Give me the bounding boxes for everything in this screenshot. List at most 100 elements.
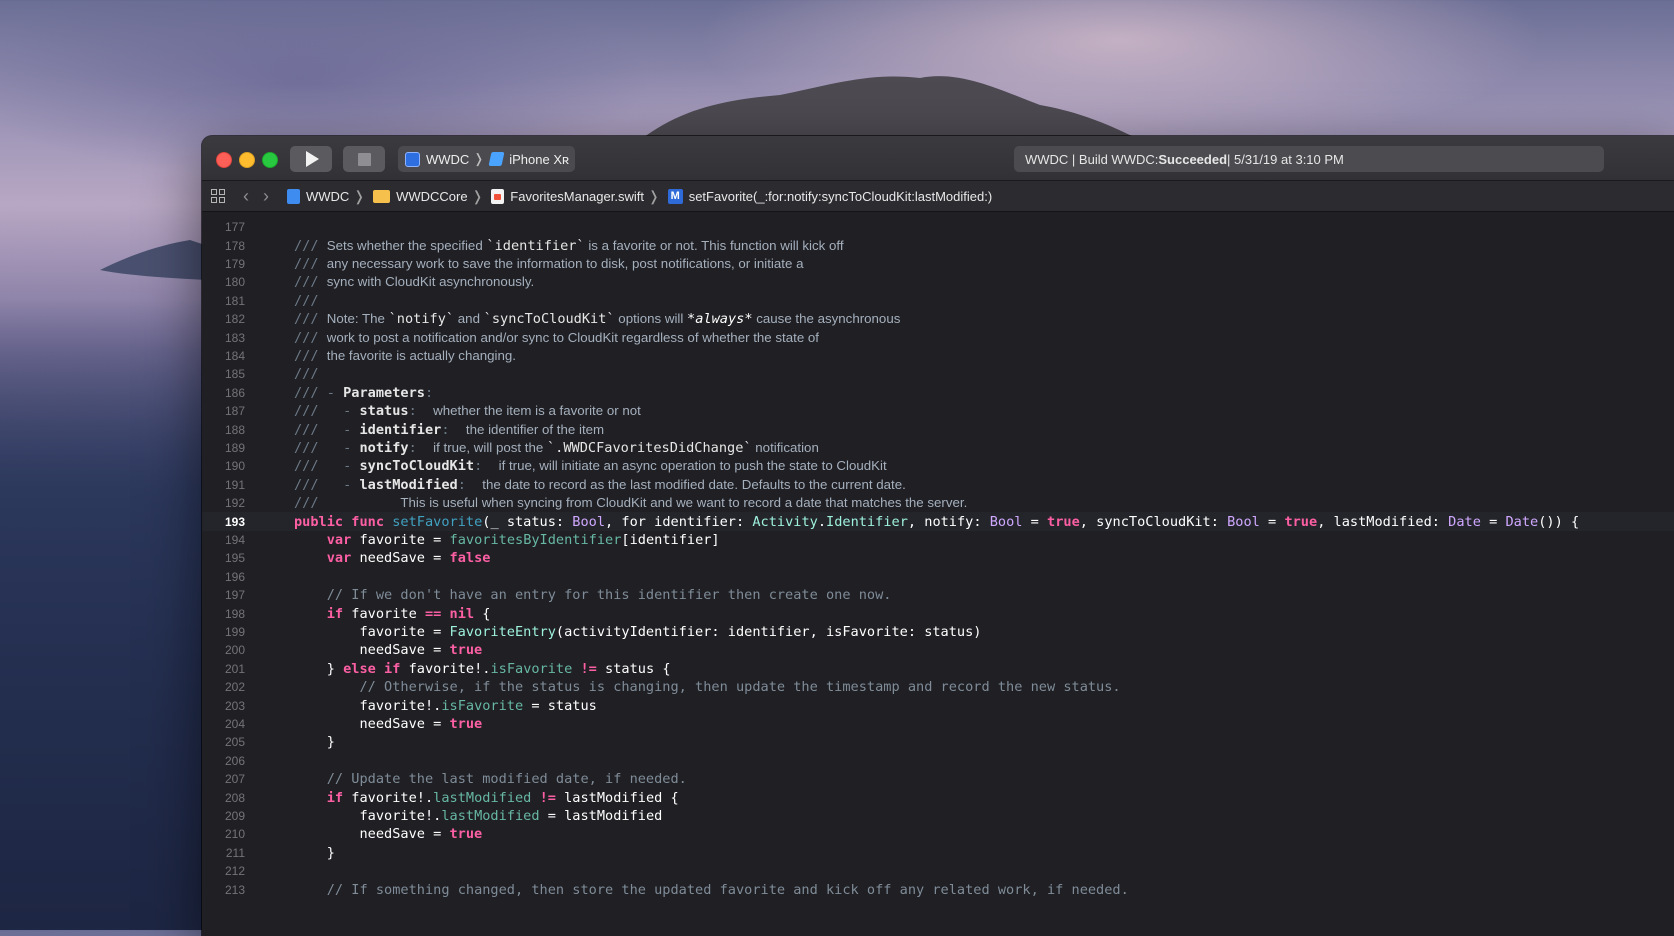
code-token: : — [408, 403, 434, 420]
code-token: Date — [1505, 513, 1539, 530]
code-line[interactable]: 211 } — [202, 844, 1674, 862]
code-line[interactable]: 209 favorite!.lastModified = lastModifie… — [202, 807, 1674, 825]
code-line[interactable]: 183 /// work to post a notification and/o… — [202, 328, 1674, 346]
line-number: 211 — [225, 845, 245, 860]
code-line[interactable]: 195 var needSave = false — [202, 549, 1674, 567]
code-text: // Otherwise, if the status is changing,… — [294, 679, 1120, 695]
code-line[interactable]: 196 — [202, 568, 1674, 586]
close-window-button[interactable] — [216, 152, 232, 168]
code-line[interactable]: 207 // Update the last modified date, if… — [202, 770, 1674, 788]
code-token: if — [384, 660, 401, 677]
back-arrow-icon[interactable]: ‹ — [243, 187, 249, 205]
code-line[interactable]: 184 /// the favorite is actually changing… — [202, 347, 1674, 365]
play-icon — [306, 151, 319, 167]
code-line[interactable]: 182 /// Note: The `notify` and `syncToClo… — [202, 310, 1674, 328]
related-items-icon[interactable] — [211, 189, 225, 203]
code-line[interactable]: 194 var favorite = favoritesByIdentifier… — [202, 531, 1674, 549]
code-token: /// — [294, 347, 327, 364]
code-line[interactable]: 208 if favorite!.lastModified != lastMod… — [202, 788, 1674, 806]
line-number: 193 — [224, 514, 245, 529]
scheme-selector[interactable]: WWDC ❭ iPhone Xʀ — [398, 146, 575, 172]
code-line[interactable]: 190 /// - syncToCloudKit: if true, will i… — [202, 457, 1674, 475]
code-line[interactable]: 177 — [202, 218, 1674, 236]
code-line[interactable]: 200 needSave = true — [202, 641, 1674, 659]
code-token: the date to record as the last modified … — [482, 476, 906, 492]
code-token: /// - — [294, 403, 360, 420]
breadcrumb-project[interactable]: WWDC ❭ — [287, 188, 365, 205]
code-token: true — [1284, 513, 1318, 530]
code-token: : — [441, 421, 466, 438]
code-line[interactable]: 204 needSave = true — [202, 715, 1674, 733]
code-line[interactable]: 179 /// any necessary work to save the in… — [202, 255, 1674, 273]
code-line[interactable]: 180 /// sync with CloudKit asynchronously… — [202, 273, 1674, 291]
line-number: 213 — [224, 882, 245, 897]
code-token: } — [294, 660, 344, 677]
code-line[interactable]: 188 /// - identifier: the identifier of t… — [202, 420, 1674, 438]
line-number: 186 — [224, 385, 245, 400]
code-token: /// — [294, 255, 327, 272]
breadcrumb-file[interactable]: FavoritesManager.swift ❭ — [491, 188, 660, 205]
code-line[interactable]: 189 /// - notify: if true, will post the … — [202, 439, 1674, 457]
code-token: the favorite is actually changing. — [326, 347, 516, 363]
breadcrumb-method[interactable]: M setFavorite(_:for:notify:syncToCloudKi… — [667, 188, 992, 204]
code-line[interactable]: 203 favorite!.isFavorite = status — [202, 696, 1674, 714]
code-line[interactable]: 205 } — [202, 733, 1674, 751]
code-token: Bool — [1227, 513, 1260, 530]
code-token: : — [408, 439, 434, 456]
code-token: if — [326, 789, 344, 806]
code-token: status — [359, 403, 409, 420]
code-line[interactable]: 186 /// - Parameters: — [202, 384, 1674, 402]
code-line[interactable]: 187 /// - status: whether the item is a f… — [202, 402, 1674, 420]
breadcrumb-group[interactable]: WWDCCore ❭ — [373, 188, 483, 205]
code-line[interactable]: 212 — [202, 862, 1674, 880]
code-line[interactable]: 178 /// Sets whether the specified `ident… — [202, 236, 1674, 254]
code-line[interactable]: 199 favorite = FavoriteEntry(activityIde… — [202, 623, 1674, 641]
xcode-window: WWDC ❭ iPhone Xʀ WWDC | Build WWDC: Succ… — [202, 136, 1674, 936]
code-token: if — [326, 605, 344, 622]
line-number: 194 — [224, 532, 245, 547]
code-token: isFavorite — [490, 660, 573, 677]
code-line[interactable]: 213 // If something changed, then store … — [202, 880, 1674, 898]
code-line[interactable]: 202 // Otherwise, if the status is chang… — [202, 678, 1674, 696]
code-line[interactable]: 185 /// — [202, 365, 1674, 383]
run-button[interactable] — [290, 146, 332, 172]
code-line[interactable]: 210 needSave = true — [202, 825, 1674, 843]
code-text: /// - Parameters: — [294, 385, 433, 401]
line-number: 187 — [224, 404, 245, 419]
scheme-target-label: WWDC — [426, 151, 470, 167]
code-line[interactable]: 201 } else if favorite!.isFavorite != st… — [202, 660, 1674, 678]
swift-file-icon — [491, 188, 505, 204]
code-token: public — [294, 513, 344, 530]
code-token: true — [449, 826, 483, 843]
code-text: /// Note: The `notify` and `syncToCloudK… — [294, 311, 900, 327]
stop-button[interactable] — [343, 146, 385, 172]
source-editor[interactable]: 177 178 /// Sets whether the specified `id… — [202, 212, 1674, 936]
code-line[interactable]: 206 — [202, 752, 1674, 770]
code-token: status { — [596, 660, 671, 677]
code-line[interactable]: 192 /// This is useful when syncing from … — [202, 494, 1674, 512]
code-line[interactable]: 193 public func setFavorite(_ status: Boo… — [202, 512, 1674, 531]
code-line[interactable]: 181 /// — [202, 292, 1674, 310]
code-token: // If we don't have an entry for this id… — [326, 587, 892, 604]
line-number: 181 — [224, 293, 245, 308]
forward-arrow-icon[interactable]: › — [263, 187, 269, 205]
folder-icon — [373, 189, 391, 203]
code-text: // Update the last modified date, if nee… — [294, 771, 687, 787]
code-token: needSave = — [294, 826, 450, 843]
code-line[interactable]: 198 if favorite == nil { — [202, 604, 1674, 622]
code-token: Date — [1448, 513, 1481, 530]
code-token: /// - — [294, 439, 360, 456]
code-line[interactable]: 197 // If we don't have an entry for thi… — [202, 586, 1674, 604]
jump-bar: ‹ › WWDC ❭ WWDCCore ❭ FavoritesManager.s… — [202, 181, 1674, 212]
zoom-window-button[interactable] — [262, 152, 278, 168]
code-token: Parameters — [343, 384, 425, 401]
minimize-window-button[interactable] — [239, 152, 255, 168]
activity-viewer: WWDC | Build WWDC: Succeeded | 5/31/19 a… — [1014, 146, 1604, 172]
line-number: 185 — [224, 367, 245, 382]
code-text: // If something changed, then store the … — [294, 882, 1129, 898]
code-line[interactable]: 191 /// - lastModified: the date to recor… — [202, 476, 1674, 494]
